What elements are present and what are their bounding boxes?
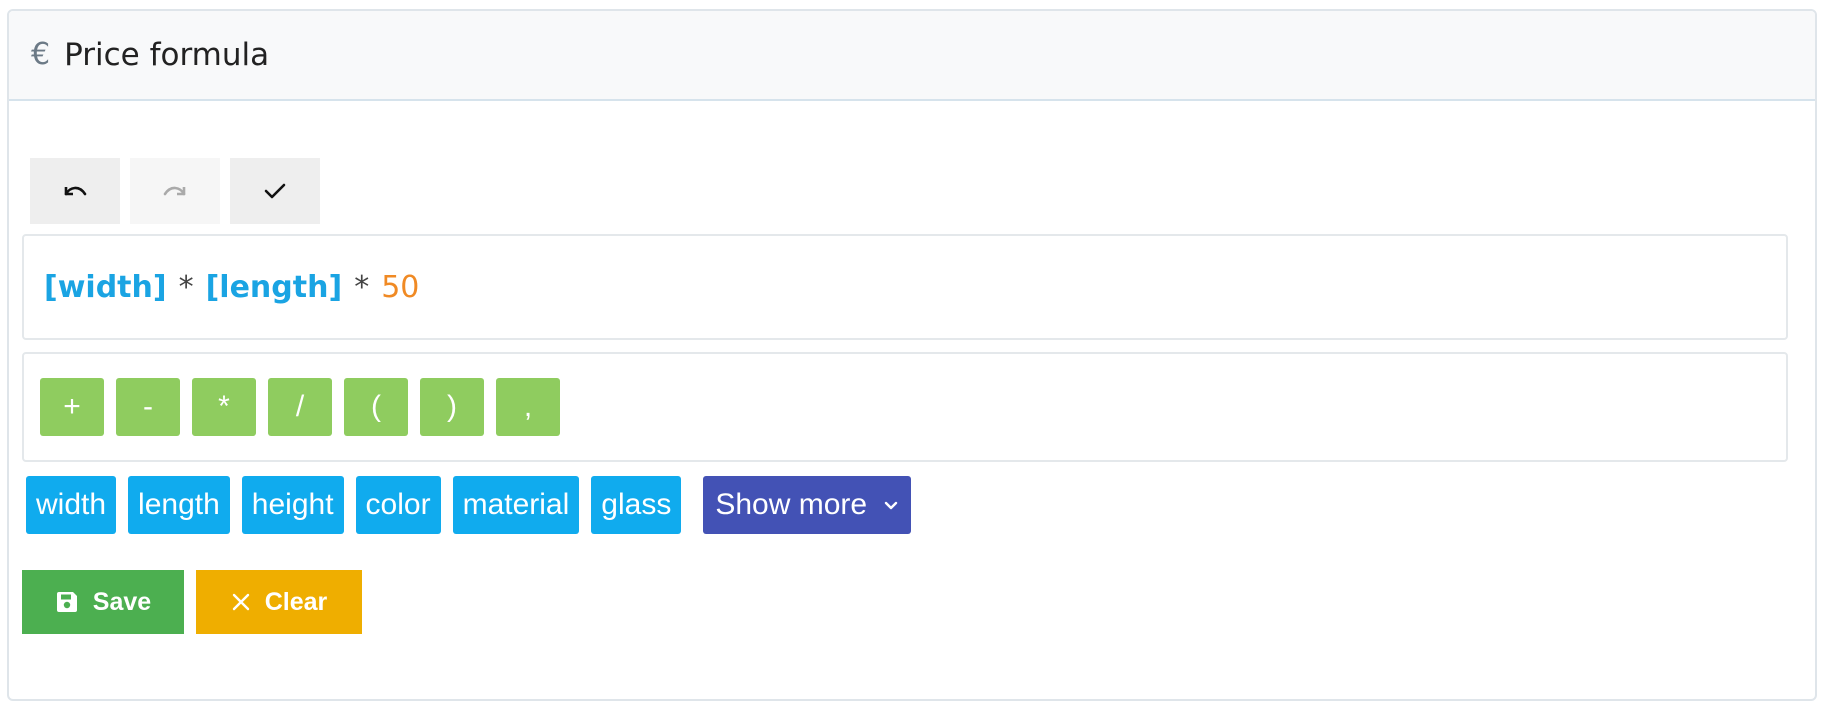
variable-length-button[interactable]: length [128,476,230,534]
close-icon [232,593,249,611]
operator-divide-button[interactable]: / [268,378,332,436]
clear-label: Clear [264,587,328,616]
operator-close-paren-button[interactable]: ) [420,378,484,436]
formula-token-operator[interactable]: * [179,270,194,305]
editor-toolbar [30,158,320,224]
operator-plus-button[interactable]: + [40,378,104,436]
save-label: Save [92,587,152,616]
formula-token-variable[interactable]: [width] [44,270,167,305]
operator-open-paren-button[interactable]: ( [344,378,408,436]
euro-icon: € [31,37,51,72]
save-button[interactable]: Save [22,570,184,634]
page-title: Price formula [64,37,270,73]
formula-token-variable[interactable]: [length] [206,270,343,305]
show-more-label: Show more [715,488,868,521]
form-actions: Save Clear [22,570,362,634]
card-header: € Price formula [9,11,1815,101]
variable-color-button[interactable]: color [355,476,441,534]
floppy-disk-icon [56,592,77,612]
undo-icon [64,186,87,196]
formula-input[interactable]: [width] * [length] * 50 [22,234,1788,340]
operator-comma-button[interactable]: , [496,378,560,436]
validate-button[interactable] [230,158,320,224]
variable-buttons: width length height color material glass… [26,476,912,534]
check-icon [264,183,286,199]
chevron-down-icon [884,501,898,510]
operator-minus-button[interactable]: - [116,378,180,436]
variable-glass-button[interactable]: glass [591,476,682,534]
redo-button[interactable] [130,158,220,224]
undo-button[interactable] [30,158,120,224]
variable-height-button[interactable]: height [241,476,344,534]
variable-width-button[interactable]: width [26,476,117,534]
formula-token-operator[interactable]: * [354,270,369,305]
redo-icon [163,186,186,196]
operator-panel: + - * / ( ) , [22,352,1788,462]
operator-multiply-button[interactable]: * [192,378,256,436]
clear-button[interactable]: Clear [196,570,362,634]
formula-token-number[interactable]: 50 [381,270,419,305]
variable-material-button[interactable]: material [452,476,580,534]
show-more-button[interactable]: Show more [703,476,912,534]
